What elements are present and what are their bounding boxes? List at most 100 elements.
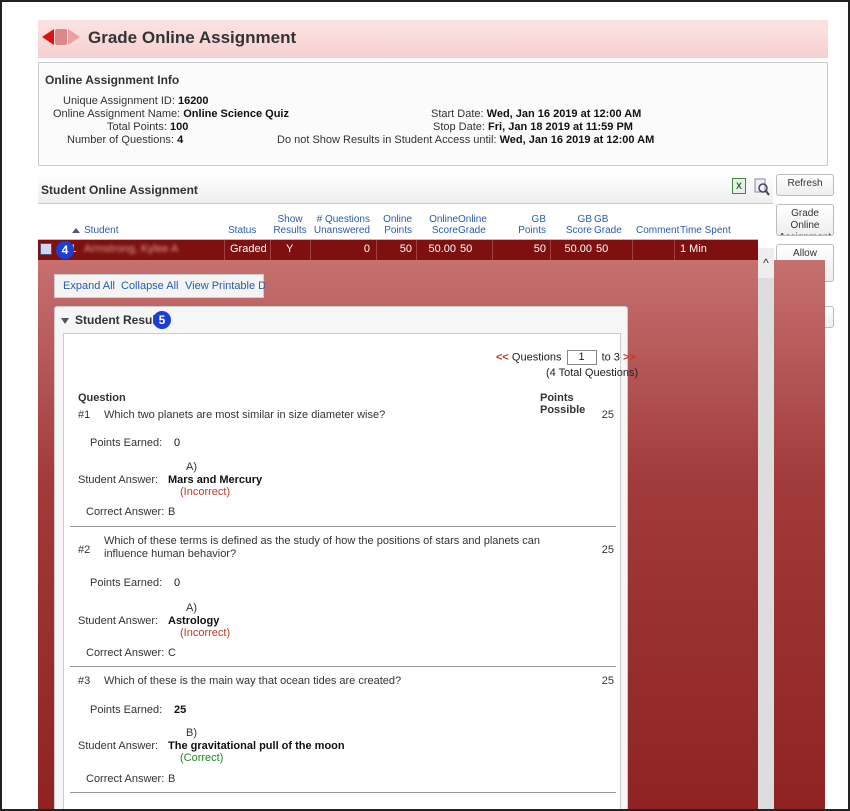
col-online-grade[interactable]: Online Grade [458, 214, 492, 236]
col-divider [224, 240, 225, 260]
points-possible: 25 [601, 675, 614, 687]
zoom-icon[interactable] [754, 178, 770, 196]
online-score-cell: 50.00 [428, 243, 456, 255]
correct-answer-value: C [168, 647, 176, 659]
col-divider [310, 240, 311, 260]
question-divider [70, 666, 616, 667]
answer-letter: B) [186, 727, 197, 739]
callout-badge-4: 4 [56, 241, 74, 259]
no-show-label: Do not Show Results in Student Access un… [277, 134, 497, 146]
student-answer-value: Mars and Mercury [168, 474, 263, 486]
col-comment[interactable]: Comment [636, 225, 679, 236]
col-time-spent[interactable]: Time Spent [680, 225, 731, 236]
pager-input[interactable]: 1 [566, 350, 597, 365]
question-number: #1 [78, 409, 91, 421]
collapse-all-link[interactable]: Collapse All [121, 280, 178, 292]
total-points-row: Total Points: 100 [107, 121, 188, 133]
col-online-points[interactable]: Online Points [376, 214, 412, 236]
page-header: Grade Online Assignment [38, 20, 828, 58]
section-title: Student Online Assignment [41, 183, 198, 197]
table-row[interactable]: 1 Armstrong, Kylee A Graded Y 0 50 50.00… [38, 240, 758, 260]
expand-all-link[interactable]: Expand All [63, 280, 115, 292]
points-earned-label: Points Earned: [90, 704, 163, 716]
col-gb-score[interactable]: GB Score [558, 214, 592, 236]
student-assignment-bar: Student Online Assignment X [38, 174, 773, 204]
correct-answer-label: Correct Answer: [86, 773, 165, 785]
assignment-name-value: Online Science Quiz [183, 108, 289, 120]
col-unanswered[interactable]: # Questions Unanswered [310, 214, 370, 236]
col-status[interactable]: Status [228, 225, 256, 236]
points-earned-value: 0 [174, 437, 181, 449]
points-earned-label: Points Earned: [90, 577, 163, 589]
student-answer-value: The gravitational pull of the moon [168, 740, 345, 752]
no-show-value: Wed, Jan 16 2019 at 12:00 AM [499, 134, 655, 146]
question-pager: << Questions 1 to 3 >> [496, 350, 636, 365]
col-gb-points[interactable]: GB Points [510, 214, 546, 236]
menu-icon[interactable] [55, 29, 67, 45]
time-spent-cell: 1 Min [680, 243, 707, 255]
question-text: Which of these is the main way that ocea… [104, 675, 402, 687]
answer-result: (Incorrect) [180, 627, 231, 639]
col-divider [550, 240, 551, 260]
online-grade-cell: 50 [460, 243, 473, 255]
start-date-row: Start Date: Wed, Jan 16 2019 at 12:00 AM [431, 108, 641, 120]
screenshot-frame: Grade Online Assignment Online Assignmen… [0, 0, 850, 811]
scrollbar-track[interactable] [758, 278, 774, 809]
question-text: Which of these terms is defined as the s… [104, 535, 540, 560]
grade-online-assignment-button[interactable]: Grade Online Assignment [776, 204, 834, 236]
col-divider [376, 240, 377, 260]
no-show-row: Do not Show Results in Student Access un… [277, 134, 654, 146]
excel-icon[interactable]: X [732, 178, 746, 194]
stop-date-label: Stop Date: [433, 121, 485, 133]
col-online-score[interactable]: Online Score [422, 214, 458, 236]
correct-answer-label: Correct Answer: [86, 647, 165, 659]
points-earned-value: 25 [174, 704, 187, 716]
col-divider [674, 240, 675, 260]
grid-header: Student Status Show Results # Questions … [38, 206, 758, 240]
detail-links: Expand All Collapse All View Printable D… [54, 274, 265, 298]
gb-score-cell: 50.00 [564, 243, 592, 255]
callout-badge-5: 5 [153, 311, 171, 329]
col-gb-grade[interactable]: GB Grade [594, 214, 628, 236]
online-points-cell: 50 [399, 243, 412, 255]
col-divider [632, 240, 633, 260]
assignment-name-row: Online Assignment Name: Online Science Q… [53, 108, 289, 120]
sort-up-icon[interactable] [72, 228, 80, 233]
points-possible: 25 [601, 409, 614, 421]
results-content: << Questions 1 to 3 >> (4 Total Question… [63, 333, 638, 809]
student-name-cell[interactable]: Armstrong, Kylee A [84, 243, 178, 255]
collapse-triangle-icon[interactable] [61, 317, 69, 324]
scroll-up-icon[interactable]: ^ [758, 248, 774, 278]
correct-answer-value: B [168, 773, 176, 785]
assignment-info-panel: Online Assignment Info Unique Assignment… [38, 62, 828, 166]
answer-letter: A) [186, 461, 197, 473]
pager-total: (4 Total Questions) [546, 367, 639, 379]
pager-next[interactable]: >> [623, 351, 636, 363]
question-divider [70, 526, 616, 527]
forward-arrow-icon[interactable] [68, 29, 80, 45]
col-divider [416, 240, 417, 260]
question-divider [70, 792, 616, 793]
expand-icon[interactable] [40, 243, 52, 255]
student-answer-value: Astrology [168, 615, 220, 627]
unique-id-value: 16200 [177, 95, 209, 107]
unanswered-cell: 0 [363, 243, 370, 255]
col-divider [270, 240, 271, 260]
answer-result: (Correct) [180, 752, 224, 764]
student-results-panel: Student Results 5 << Questions 1 to 3 >>… [54, 306, 638, 809]
nav-arrows [42, 29, 80, 45]
student-answer-label: Student Answer: [78, 740, 159, 752]
printable-details-link[interactable]: View Printable Details [185, 280, 265, 292]
pager-to: to 3 [601, 351, 620, 364]
col-show-results[interactable]: Show Results [270, 214, 310, 236]
col-student[interactable]: Student [84, 225, 118, 236]
back-arrow-icon[interactable] [42, 29, 54, 45]
pager-prev[interactable]: << [496, 351, 509, 363]
col-divider [492, 240, 493, 260]
unique-id-label: Unique Assignment ID: [63, 95, 175, 107]
refresh-button[interactable]: Refresh [776, 174, 834, 196]
results-header[interactable]: Student Results [61, 313, 166, 327]
points-possible: 25 [601, 544, 614, 556]
question-column-header: Question [78, 392, 126, 404]
num-questions-value: 4 [177, 134, 184, 146]
